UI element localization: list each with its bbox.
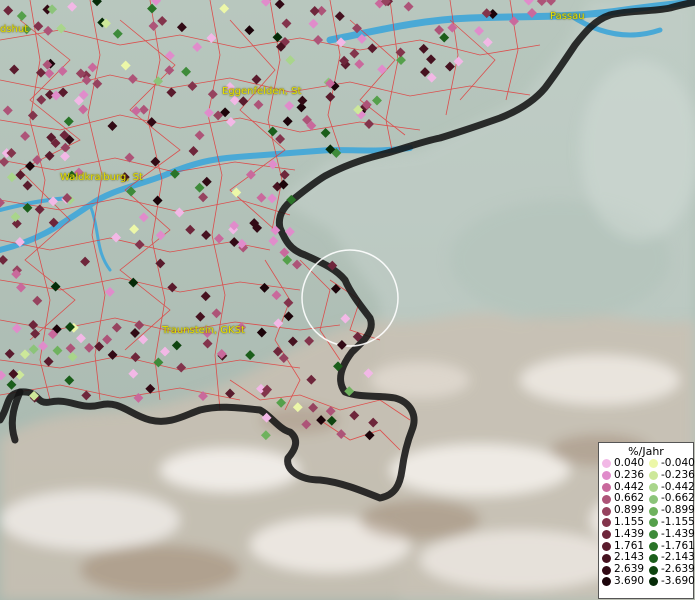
legend-swatch [649, 459, 658, 469]
legend-swatch [602, 541, 611, 551]
legend-swatch [649, 553, 658, 563]
legend-swatch [602, 565, 611, 575]
legend-entry-pos: 3.690 [599, 574, 646, 588]
legend-value: -1.439 [661, 527, 695, 540]
legend-value: -3.690 [661, 574, 695, 587]
place-label-landshut[interactable]: dshut [0, 24, 28, 35]
place-label-passau[interactable]: Passau [550, 11, 585, 22]
place-label-traunstein[interactable]: Traunstein, GKSt [162, 325, 245, 336]
legend-rows: 0.040 -0.040 0.236 -0.236 0.442 -0.442 0.662 -0… [599, 457, 695, 588]
legend-swatch [602, 577, 611, 587]
map-base-layer [0, 0, 695, 600]
legend-value: 0.236 [614, 468, 645, 481]
legend-value: 1.439 [614, 527, 645, 540]
map-canvas[interactable]: dshut Eggenfelden, St Waldkraiburg, St T… [0, 0, 695, 600]
legend-swatch [602, 482, 611, 492]
legend-swatch [649, 530, 658, 540]
legend-value: -1.155 [661, 515, 695, 528]
legend-swatch [649, 471, 658, 481]
legend-swatch [602, 494, 611, 504]
legend-entry-pos: 1.155 [599, 515, 646, 529]
legend-swatch [602, 459, 611, 469]
legend-row: 0.236 -0.236 [599, 468, 695, 482]
legend-entry-neg: -1.155 [646, 515, 695, 529]
legend-swatch [602, 553, 611, 563]
legend-swatch [649, 518, 658, 528]
legend-value: -0.236 [661, 468, 695, 481]
legend-value: 1.155 [614, 515, 645, 528]
legend-swatch [602, 506, 611, 516]
legend: %/Jahr 0.040 -0.040 0.236 -0.236 0.442 -0.442… [598, 442, 695, 599]
legend-entry-pos: 0.236 [599, 468, 646, 482]
legend-entry-neg: -3.690 [646, 574, 695, 588]
legend-swatch [649, 541, 658, 551]
legend-entry-neg: -1.439 [646, 527, 695, 541]
legend-swatch [649, 494, 658, 504]
place-label-eggenfelden[interactable]: Eggenfelden, St [222, 86, 301, 97]
legend-swatch [649, 506, 658, 516]
legend-swatch [649, 577, 658, 587]
legend-entry-neg: -0.236 [646, 468, 695, 482]
legend-row: 1.155 -1.155 [599, 515, 695, 529]
legend-row: 3.690 -3.690 [599, 574, 695, 588]
legend-value: 3.690 [614, 574, 645, 587]
place-label-waldkraiburg[interactable]: Waldkraiburg, St [60, 172, 143, 183]
legend-row: 1.439 -1.439 [599, 527, 695, 541]
legend-swatch [602, 530, 611, 540]
legend-swatch [649, 565, 658, 575]
legend-swatch [649, 482, 658, 492]
legend-swatch [602, 518, 611, 528]
legend-entry-pos: 1.439 [599, 527, 646, 541]
legend-swatch [602, 471, 611, 481]
